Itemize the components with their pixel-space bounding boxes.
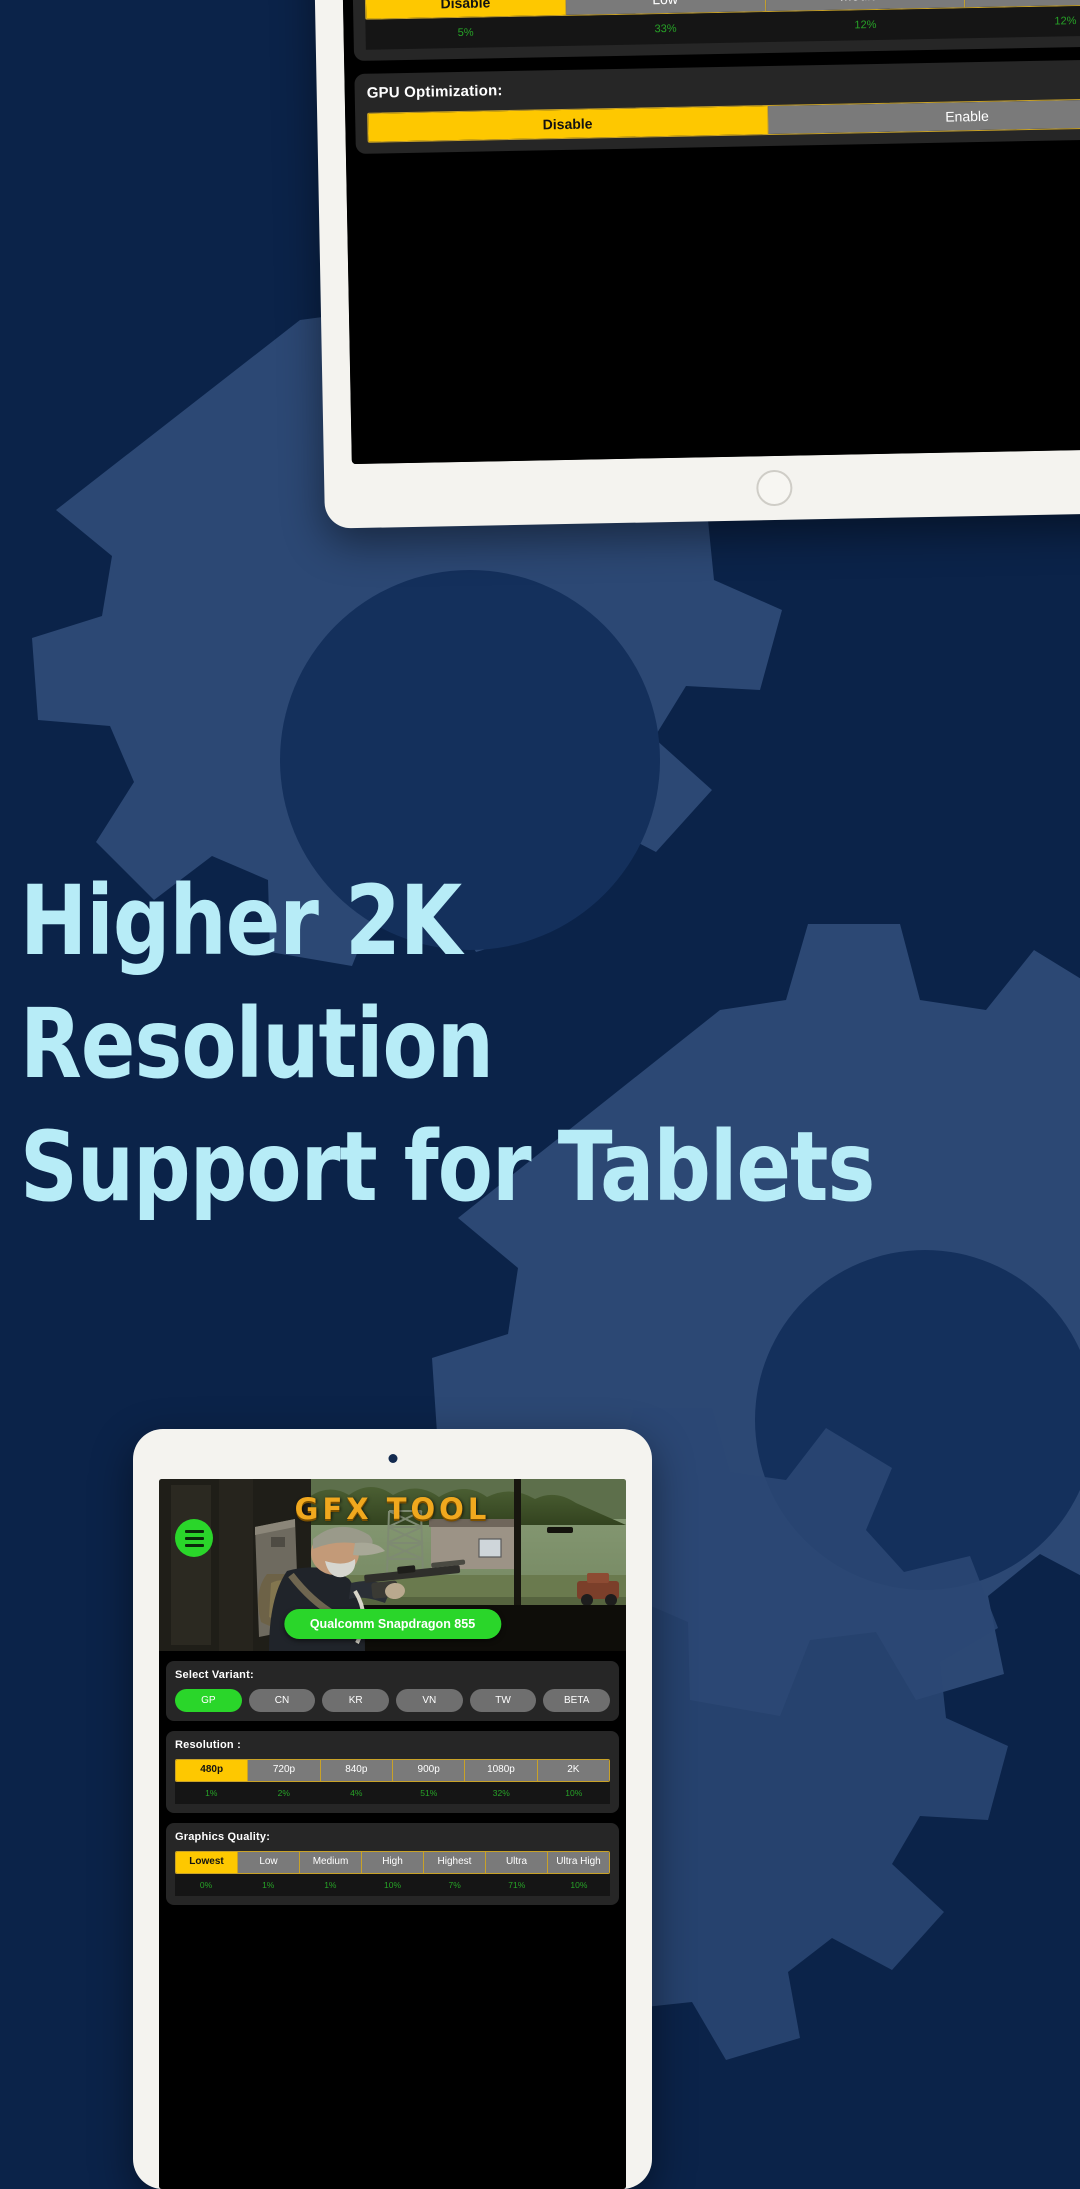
- setting-title-gpu-optimization: GPU Optimization:: [366, 82, 503, 102]
- variant-option-gp[interactable]: GP: [175, 1689, 242, 1712]
- setting-title-select-variant: Select Variant:: [175, 1669, 254, 1681]
- option-resolution-4[interactable]: 1080p: [465, 1760, 538, 1781]
- hamburger-menu-icon[interactable]: [175, 1519, 213, 1557]
- option-resolution-5[interactable]: 2K: [537, 1760, 609, 1781]
- bottom-tablet-screen: GFX TOOL Qualcomm Snapdragon 855 Select …: [159, 1479, 626, 2189]
- option-resolution-2[interactable]: 840p: [320, 1760, 393, 1781]
- app-logo: GFX TOOL: [294, 1492, 491, 1526]
- segmented-control-gpu-optimization[interactable]: Disable Enable: [367, 97, 1080, 143]
- percent-light-2: 12%: [854, 18, 877, 32]
- percent-resolution-4: 32%: [492, 1788, 510, 1798]
- percent-resolution-2: 4%: [350, 1788, 363, 1798]
- top-tablet-screen: Style: Classic Colorful Realistic Soft M…: [334, 0, 1080, 465]
- option-gpu-1[interactable]: Enable: [767, 98, 1080, 135]
- pill-group-variant[interactable]: GP CN KR VN TW BETA: [175, 1689, 611, 1712]
- option-gpu-0[interactable]: Disable: [368, 106, 769, 142]
- option-resolution-1[interactable]: 720p: [248, 1760, 321, 1781]
- percent-graphics-6: 10%: [570, 1880, 588, 1890]
- setting-title-resolution: Resolution :: [175, 1739, 241, 1751]
- setting-card-graphics-quality: Graphics Quality: Lowest Low Medium High…: [166, 1823, 619, 1905]
- hero-banner: GFX TOOL Qualcomm Snapdragon 855: [159, 1479, 626, 1651]
- percent-resolution-1: 2%: [277, 1788, 290, 1798]
- bottom-tablet-device: GFX TOOL Qualcomm Snapdragon 855 Select …: [133, 1429, 652, 2189]
- percent-graphics-4: 7%: [448, 1880, 461, 1890]
- percent-light-3: 12%: [1054, 15, 1077, 28]
- percent-resolution-0: 1%: [205, 1788, 218, 1798]
- option-graphics-3[interactable]: High: [362, 1852, 424, 1873]
- headline-line-3: Support for Tablets: [20, 1110, 875, 1223]
- option-graphics-1[interactable]: Low: [238, 1852, 300, 1873]
- variant-option-vn[interactable]: VN: [396, 1689, 463, 1712]
- setting-card-gpu-optimization: GPU Optimization: Disable Enable: [354, 58, 1080, 154]
- percent-resolution-5: 10%: [565, 1788, 583, 1798]
- percent-graphics-5: 71%: [508, 1880, 526, 1890]
- percent-light-1: 33%: [654, 22, 677, 36]
- option-graphics-0[interactable]: Lowest: [176, 1852, 238, 1873]
- percent-light-0: 5%: [457, 26, 474, 40]
- home-button[interactable]: [756, 469, 793, 507]
- menu-bar-2: [184, 1536, 204, 1540]
- variant-option-cn[interactable]: CN: [248, 1689, 316, 1712]
- percent-row-resolution: 1% 2% 4% 51% 32% 10%: [175, 1782, 610, 1804]
- device-chip-badge: Qualcomm Snapdragon 855: [283, 1609, 502, 1639]
- percent-resolution-3: 51%: [420, 1788, 438, 1798]
- menu-bar-1: [184, 1529, 204, 1533]
- option-graphics-4[interactable]: Highest: [424, 1852, 486, 1873]
- percent-graphics-1: 1%: [262, 1880, 275, 1890]
- gfx-tool-app-bottom: GFX TOOL Qualcomm Snapdragon 855 Select …: [159, 1479, 626, 2189]
- segmented-control-graphics-quality[interactable]: Lowest Low Medium High Highest Ultra Ult…: [175, 1851, 610, 1874]
- option-resolution-0[interactable]: 480p: [176, 1760, 249, 1781]
- setting-card-resolution: Resolution : 480p 720p 840p 900p 1080p 2…: [166, 1731, 619, 1813]
- setting-title-graphics-quality: Graphics Quality:: [175, 1831, 271, 1843]
- variant-option-tw[interactable]: TW: [469, 1689, 537, 1712]
- option-graphics-2[interactable]: Medium: [300, 1852, 362, 1873]
- headline-line-2: Resolution: [20, 987, 494, 1100]
- front-camera-icon: [388, 1454, 397, 1463]
- percent-graphics-2: 1%: [324, 1880, 337, 1890]
- variant-option-kr[interactable]: KR: [322, 1689, 390, 1712]
- option-resolution-3[interactable]: 900p: [392, 1760, 466, 1781]
- segmented-control-resolution[interactable]: 480p 720p 840p 900p 1080p 2K: [175, 1759, 610, 1782]
- headline: Higher 2K Resolution Support for Tablets: [20, 860, 1040, 1229]
- setting-card-select-variant: Select Variant: GP CN KR VN TW BETA: [166, 1661, 619, 1721]
- gfx-tool-app-top: Style: Classic Colorful Realistic Soft M…: [334, 0, 1080, 465]
- top-tablet-device: Style: Classic Colorful Realistic Soft M…: [306, 0, 1080, 529]
- option-graphics-5[interactable]: Ultra: [486, 1852, 548, 1873]
- menu-bar-3: [184, 1543, 204, 1547]
- percent-row-graphics-quality: 0% 1% 1% 10% 7% 71% 10%: [175, 1874, 610, 1896]
- setting-card-light-effects: Light Effects: Disable Low Medium High 5…: [351, 0, 1080, 61]
- variant-option-beta[interactable]: BETA: [543, 1689, 611, 1712]
- option-graphics-6[interactable]: Ultra High: [548, 1852, 609, 1873]
- percent-graphics-0: 0%: [199, 1880, 213, 1890]
- headline-line-1: Higher 2K: [20, 865, 462, 977]
- percent-graphics-3: 10%: [383, 1880, 401, 1890]
